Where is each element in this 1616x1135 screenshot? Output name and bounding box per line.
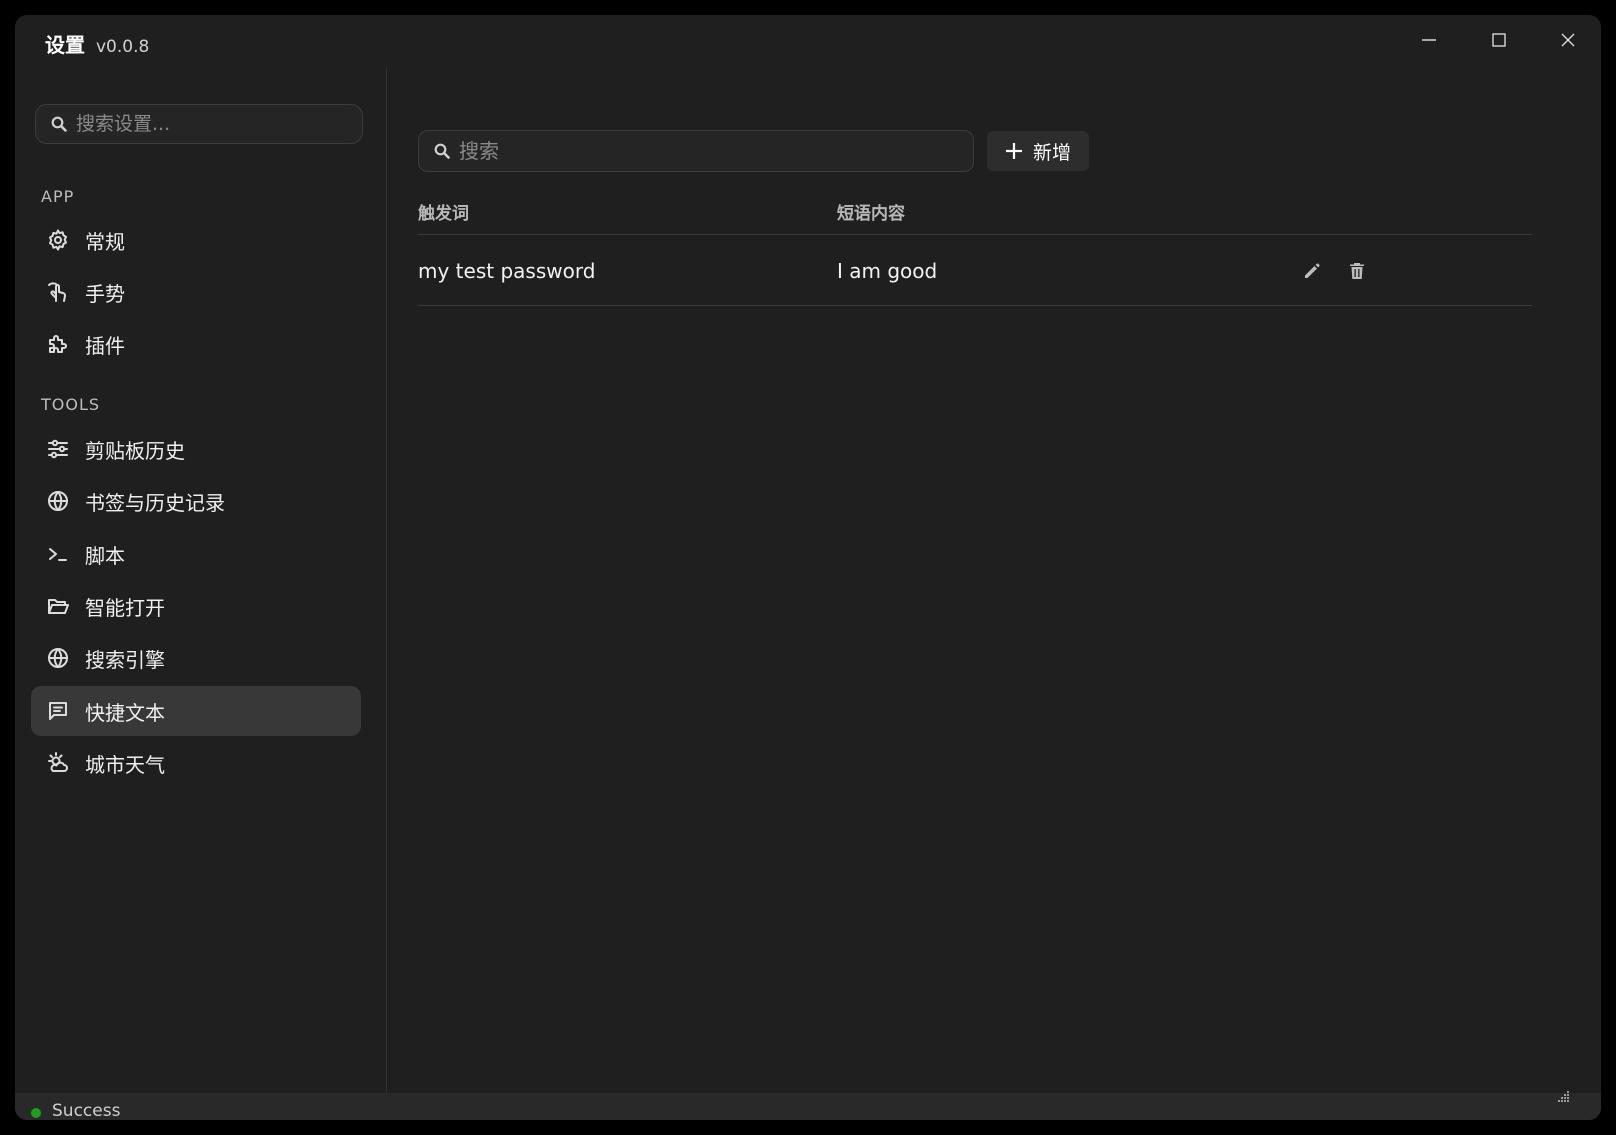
sidebar-item-city-weather[interactable]: 城市天气: [31, 738, 361, 788]
message-icon: [45, 698, 71, 724]
close-icon: [1561, 33, 1575, 47]
sidebar-item-label: 常规: [85, 229, 125, 254]
sidebar-item-label: 搜索引擎: [85, 647, 165, 672]
row-trigger: my test password: [418, 259, 596, 283]
edit-button[interactable]: [1300, 259, 1324, 283]
section-label-app: APP: [41, 187, 75, 206]
gear-icon: [45, 227, 71, 253]
column-header-trigger: 触发词: [418, 204, 469, 224]
section-label-tools: TOOLS: [41, 395, 101, 414]
add-button[interactable]: 新增: [987, 131, 1089, 171]
sidebar-item-label: 智能打开: [85, 595, 165, 620]
sidebar: APP 常规 手势 插件 TOOLS 剪贴板历史: [15, 69, 387, 1093]
sidebar-item-gestures[interactable]: 手势: [31, 267, 361, 317]
sidebar-search-input[interactable]: [74, 112, 348, 136]
close-button[interactable]: [1545, 21, 1591, 59]
terminal-icon: [45, 541, 71, 567]
sidebar-item-bookmarks-history[interactable]: 书签与历史记录: [31, 476, 361, 526]
sliders-icon: [45, 436, 71, 462]
window-title: 设置 v0.0.8: [45, 29, 149, 58]
sidebar-item-search-engines[interactable]: 搜索引擎: [31, 633, 361, 683]
sidebar-item-label: 插件: [85, 333, 125, 358]
snippet-search-input[interactable]: [457, 138, 961, 164]
status-text: Success: [52, 1101, 121, 1120]
search-icon: [51, 116, 67, 132]
plus-icon: [1005, 143, 1022, 159]
version-label: v0.0.8: [95, 37, 150, 57]
sidebar-item-smart-open[interactable]: 智能打开: [31, 581, 361, 631]
puzzle-icon: [45, 331, 71, 357]
search-icon: [434, 143, 450, 159]
globe-icon: [45, 645, 71, 671]
delete-button[interactable]: [1345, 259, 1369, 283]
hand-pointer-icon: [45, 279, 71, 305]
trash-icon: [1350, 263, 1364, 279]
snippet-search[interactable]: [418, 130, 974, 172]
maximize-button[interactable]: [1476, 21, 1522, 59]
sidebar-item-label: 快捷文本: [85, 700, 165, 725]
main-panel: 新增 触发词 短语内容 my test password I am good: [387, 69, 1601, 1093]
globe-icon: [45, 488, 71, 514]
sidebar-item-label: 剪贴板历史: [85, 438, 185, 463]
status-bar: Success: [15, 1093, 1601, 1120]
sidebar-item-general[interactable]: 常规: [31, 215, 361, 265]
title-bar: 设置 v0.0.8: [15, 15, 1601, 69]
sidebar-item-scripts[interactable]: 脚本: [31, 529, 361, 579]
sidebar-item-clipboard-history[interactable]: 剪贴板历史: [31, 424, 361, 474]
status-indicator: [31, 1108, 41, 1118]
sidebar-item-label: 脚本: [85, 543, 125, 568]
sidebar-item-plugins[interactable]: 插件: [31, 319, 361, 369]
header-divider: [418, 234, 1532, 235]
weather-icon: [45, 750, 71, 776]
pencil-icon: [1305, 263, 1320, 278]
row-content: I am good: [837, 259, 938, 283]
minimize-button[interactable]: [1406, 21, 1452, 59]
folder-open-icon: [45, 593, 71, 619]
sidebar-item-label: 城市天气: [85, 752, 165, 777]
sidebar-item-label: 书签与历史记录: [85, 490, 225, 515]
row-divider: [418, 305, 1532, 306]
sidebar-search[interactable]: [35, 104, 363, 144]
window-title-text: 设置: [45, 33, 85, 57]
maximize-icon: [1492, 33, 1506, 47]
sidebar-item-quick-text[interactable]: 快捷文本: [31, 686, 361, 736]
resize-grip-icon[interactable]: [1556, 1089, 1570, 1103]
add-button-label: 新增: [1032, 141, 1071, 164]
settings-window: 设置 v0.0.8 APP 常规 手势: [15, 15, 1601, 1120]
column-header-content: 短语内容: [837, 204, 905, 224]
minimize-icon: [1422, 39, 1436, 41]
sidebar-item-label: 手势: [85, 281, 125, 306]
